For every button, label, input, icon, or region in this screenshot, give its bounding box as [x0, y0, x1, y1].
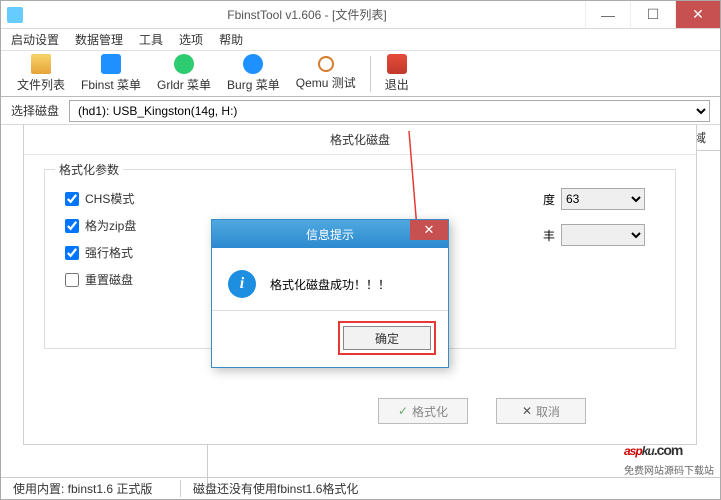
format-group-legend: 格式化参数	[55, 161, 123, 178]
menu-options[interactable]: 选项	[179, 31, 203, 48]
tb-burg[interactable]: Burg 菜单	[219, 52, 288, 95]
menu-help[interactable]: 帮助	[219, 31, 243, 48]
message-box: 信息提示 ✕ i 格式化磁盘成功！！！ 确定	[211, 219, 449, 368]
disk-selector-row: 选择磁盘 (hd1): USB_Kingston(14g, H:)	[1, 97, 720, 125]
msgbox-title: 信息提示	[306, 226, 354, 243]
tb-filelist[interactable]: 文件列表	[9, 52, 73, 95]
speed-label: 度	[543, 191, 555, 208]
chk-chs[interactable]	[65, 192, 79, 206]
cancel-button[interactable]: ✕取消	[496, 398, 586, 424]
watermark: aspku.com 免费网站源码下载站	[624, 431, 714, 477]
title-bar: FbinstTool v1.606 - [文件列表] — ☐ ✕	[1, 1, 720, 29]
check-icon: ✓	[398, 404, 408, 418]
exit-icon	[387, 54, 407, 74]
window-title: FbinstTool v1.606 - [文件列表]	[29, 6, 585, 23]
chk-reset[interactable]	[65, 273, 79, 287]
disk-icon	[101, 54, 121, 74]
toolbar-separator	[370, 56, 371, 92]
app-icon	[7, 7, 23, 23]
msgbox-title-bar[interactable]: 信息提示 ✕	[212, 220, 448, 248]
tb-exit[interactable]: 退出	[377, 52, 417, 95]
tb-grldr[interactable]: Grldr 菜单	[149, 52, 219, 95]
chk-zip[interactable]	[65, 219, 79, 233]
ok-button[interactable]: 确定	[343, 326, 431, 350]
format-button[interactable]: ✓格式化	[378, 398, 468, 424]
chk-force[interactable]	[65, 246, 79, 260]
status-left: 使用内置: fbinst1.6 正式版	[1, 480, 181, 497]
tb-fbinst[interactable]: Fbinst 菜单	[73, 52, 149, 95]
maximize-button[interactable]: ☐	[630, 1, 675, 28]
disk-select[interactable]: (hd1): USB_Kingston(14g, H:)	[69, 100, 710, 122]
grldr-icon	[174, 54, 194, 74]
speed-select[interactable]: 63	[561, 188, 645, 210]
toolbar: 文件列表 Fbinst 菜单 Grldr 菜单 Burg 菜单 Qemu 测试 …	[1, 51, 720, 97]
info-icon: i	[228, 270, 256, 298]
ok-highlight: 确定	[338, 321, 436, 355]
qemu-icon	[318, 56, 334, 72]
menu-data[interactable]: 数据管理	[75, 31, 123, 48]
second-select[interactable]	[561, 224, 645, 246]
msgbox-close-button[interactable]: ✕	[410, 220, 448, 240]
status-bar: 使用内置: fbinst1.6 正式版 磁盘还没有使用fbinst1.6格式化	[1, 477, 720, 499]
burg-icon	[243, 54, 263, 74]
menu-start[interactable]: 启动设置	[11, 31, 59, 48]
status-right: 磁盘还没有使用fbinst1.6格式化	[181, 480, 370, 497]
tb-qemu[interactable]: Qemu 测试	[288, 54, 364, 93]
window-close-button[interactable]: ✕	[675, 1, 720, 28]
folder-icon	[31, 54, 51, 74]
x-icon: ✕	[522, 404, 532, 418]
disk-label: 选择磁盘	[11, 102, 59, 119]
minimize-button[interactable]: —	[585, 1, 630, 28]
msgbox-text: 格式化磁盘成功！！！	[270, 276, 390, 293]
menu-bar: 启动设置 数据管理 工具 选项 帮助	[1, 29, 720, 51]
format-title: 格式化磁盘	[24, 125, 696, 155]
menu-tools[interactable]: 工具	[139, 31, 163, 48]
second-label: 丰	[543, 227, 555, 244]
